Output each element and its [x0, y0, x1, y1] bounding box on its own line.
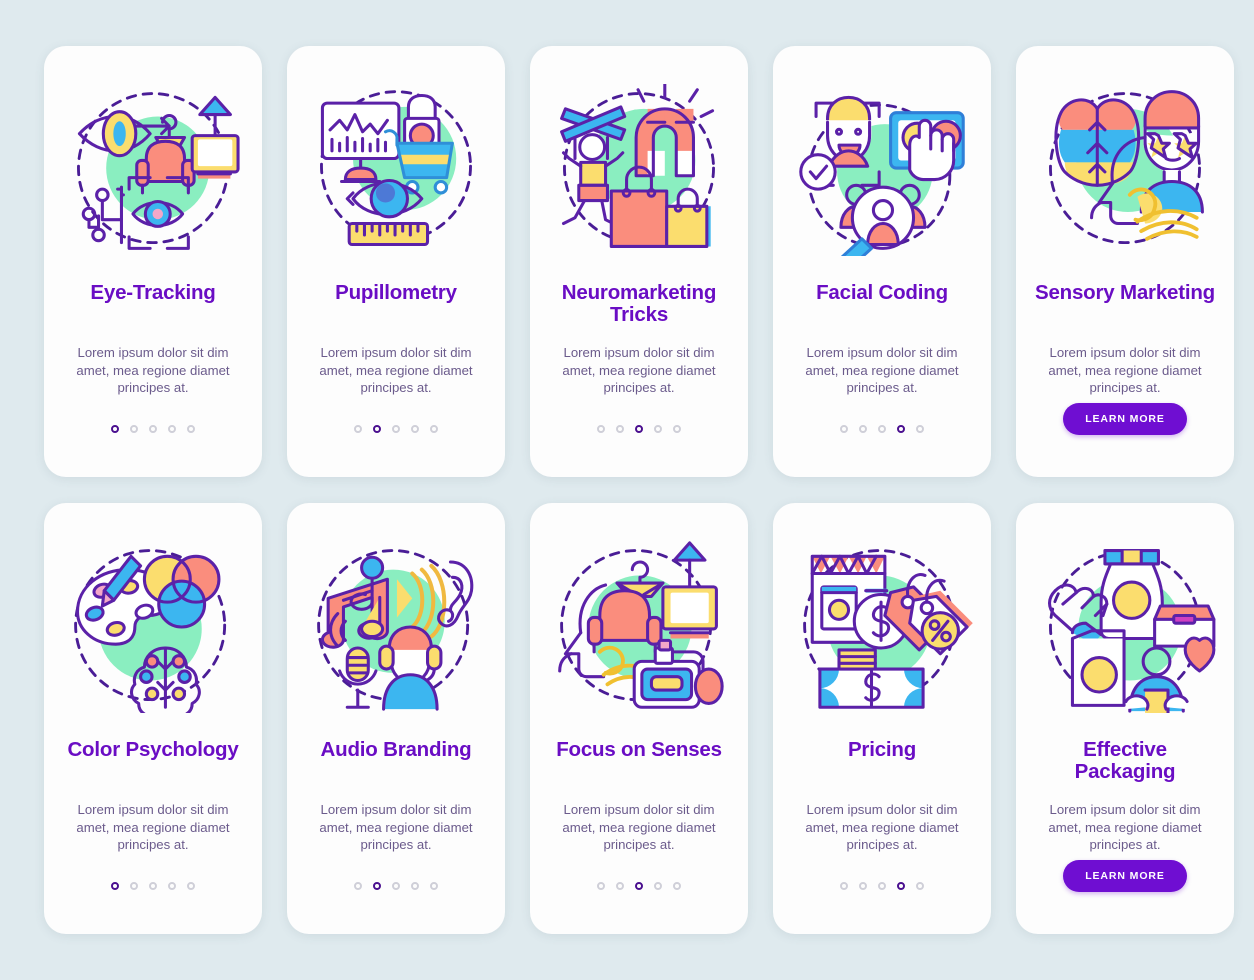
- pagination-dot[interactable]: [654, 425, 662, 433]
- pagination-dots: [111, 882, 195, 890]
- pagination-dot[interactable]: [149, 425, 157, 433]
- onboarding-card[interactable]: Sensory Marketing Lorem ipsum dolor sit d…: [1016, 46, 1234, 477]
- pagination-dot[interactable]: [597, 882, 605, 890]
- pagination-dot[interactable]: [840, 882, 848, 890]
- card-description: Lorem ipsum dolor sit dim amet, mea regi…: [562, 345, 716, 396]
- card-title: Pupillometry: [335, 281, 457, 304]
- facial-coding-icon: [789, 84, 975, 256]
- focus-on-senses-icon: [546, 541, 732, 713]
- pagination-dot[interactable]: [878, 882, 886, 890]
- pagination-dots: [840, 882, 924, 890]
- pagination-dots: [354, 882, 438, 890]
- onboarding-card[interactable]: Neuromarketing Tricks Lorem ipsum dolor s…: [530, 46, 748, 477]
- pagination-dot-active[interactable]: [897, 425, 905, 433]
- pagination-dot-active[interactable]: [635, 425, 643, 433]
- pagination-dots: [111, 425, 195, 433]
- onboarding-card[interactable]: Audio Branding Lorem ipsum dolor sit dim …: [287, 503, 505, 934]
- card-description: Lorem ipsum dolor sit dim amet, mea regi…: [319, 345, 473, 396]
- pagination-dot-active[interactable]: [373, 882, 381, 890]
- color-psychology-icon: [60, 541, 246, 713]
- card-title: Facial Coding: [816, 281, 948, 304]
- onboarding-row-top: Eye-Tracking Lorem ipsum dolor sit dim am…: [44, 46, 1234, 477]
- pagination-dot[interactable]: [916, 425, 924, 433]
- audio-branding-icon: [303, 541, 489, 713]
- onboarding-row-bottom: Color Psychology Lorem ipsum dolor sit di…: [44, 503, 1234, 934]
- pagination-dot[interactable]: [840, 425, 848, 433]
- card-description: Lorem ipsum dolor sit dim amet, mea regi…: [805, 345, 959, 396]
- card-title: Sensory Marketing: [1034, 281, 1216, 304]
- card-description: Lorem ipsum dolor sit dim amet, mea regi…: [1048, 345, 1202, 396]
- onboarding-screens-board: Eye-Tracking Lorem ipsum dolor sit dim am…: [0, 0, 1254, 980]
- pagination-dot[interactable]: [354, 425, 362, 433]
- pagination-dot[interactable]: [130, 882, 138, 890]
- neuromarketing-tricks-icon: [546, 84, 732, 256]
- sensory-marketing-icon: [1032, 84, 1218, 256]
- pagination-dot-active[interactable]: [111, 425, 119, 433]
- onboarding-card[interactable]: Facial Coding Lorem ipsum dolor sit dim a…: [773, 46, 991, 477]
- pagination-dot[interactable]: [859, 425, 867, 433]
- pagination-dots: [597, 882, 681, 890]
- card-title: Effective Packaging: [1074, 738, 1176, 784]
- pagination-dot[interactable]: [673, 425, 681, 433]
- pagination-dot-active[interactable]: [111, 882, 119, 890]
- pagination-dot[interactable]: [878, 425, 886, 433]
- pagination-dot[interactable]: [392, 425, 400, 433]
- onboarding-card[interactable]: Eye-Tracking Lorem ipsum dolor sit dim am…: [44, 46, 262, 477]
- card-description: Lorem ipsum dolor sit dim amet, mea regi…: [76, 802, 230, 853]
- card-title: Eye-Tracking: [90, 281, 216, 304]
- pricing-icon: [789, 541, 975, 713]
- pagination-dot[interactable]: [187, 425, 195, 433]
- pagination-dot[interactable]: [168, 882, 176, 890]
- pagination-dot-active[interactable]: [373, 425, 381, 433]
- learn-more-button[interactable]: LEARN MORE: [1063, 860, 1187, 892]
- learn-more-button[interactable]: LEARN MORE: [1063, 403, 1187, 435]
- pupillometry-icon: [303, 84, 489, 256]
- pagination-dot[interactable]: [411, 882, 419, 890]
- pagination-dots: [597, 425, 681, 433]
- card-title: Neuromarketing Tricks: [561, 281, 717, 327]
- card-description: Lorem ipsum dolor sit dim amet, mea regi…: [1048, 802, 1202, 853]
- pagination-dot-active[interactable]: [635, 882, 643, 890]
- pagination-dot[interactable]: [616, 425, 624, 433]
- card-title: Color Psychology: [67, 738, 239, 761]
- pagination-dot[interactable]: [430, 425, 438, 433]
- onboarding-card[interactable]: Effective Packaging Lorem ipsum dolor sit…: [1016, 503, 1234, 934]
- pagination-dot[interactable]: [616, 882, 624, 890]
- effective-packaging-icon: [1032, 541, 1218, 713]
- card-title: Focus on Senses: [556, 738, 722, 761]
- card-title: Pricing: [847, 738, 917, 761]
- pagination-dot[interactable]: [392, 882, 400, 890]
- pagination-dot[interactable]: [654, 882, 662, 890]
- pagination-dot[interactable]: [354, 882, 362, 890]
- onboarding-card[interactable]: Pupillometry Lorem ipsum dolor sit dim am…: [287, 46, 505, 477]
- pagination-dot[interactable]: [673, 882, 681, 890]
- card-description: Lorem ipsum dolor sit dim amet, mea regi…: [76, 345, 230, 396]
- pagination-dot[interactable]: [149, 882, 157, 890]
- pagination-dots: [354, 425, 438, 433]
- pagination-dot[interactable]: [168, 425, 176, 433]
- onboarding-card[interactable]: Pricing Lorem ipsum dolor sit dim amet, m…: [773, 503, 991, 934]
- pagination-dot[interactable]: [130, 425, 138, 433]
- card-description: Lorem ipsum dolor sit dim amet, mea regi…: [805, 802, 959, 853]
- eye-tracking-icon: [60, 84, 246, 256]
- pagination-dot[interactable]: [187, 882, 195, 890]
- card-description: Lorem ipsum dolor sit dim amet, mea regi…: [319, 802, 473, 853]
- onboarding-card[interactable]: Focus on Senses Lorem ipsum dolor sit dim…: [530, 503, 748, 934]
- onboarding-card[interactable]: Color Psychology Lorem ipsum dolor sit di…: [44, 503, 262, 934]
- pagination-dot[interactable]: [411, 425, 419, 433]
- pagination-dot[interactable]: [597, 425, 605, 433]
- pagination-dot[interactable]: [916, 882, 924, 890]
- card-description: Lorem ipsum dolor sit dim amet, mea regi…: [562, 802, 716, 853]
- pagination-dot[interactable]: [859, 882, 867, 890]
- pagination-dot[interactable]: [430, 882, 438, 890]
- pagination-dot-active[interactable]: [897, 882, 905, 890]
- pagination-dots: [840, 425, 924, 433]
- card-title: Audio Branding: [320, 738, 472, 761]
